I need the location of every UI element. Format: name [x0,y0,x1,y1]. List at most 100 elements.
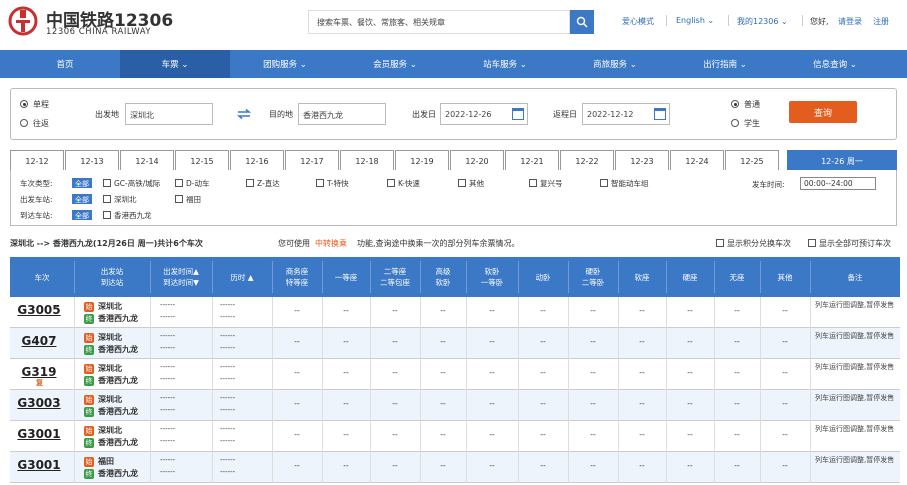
nav-business[interactable]: 商旅服务 ⌄ [560,50,670,78]
checkbox[interactable] [716,239,724,247]
nav-station[interactable]: 站车服务 ⌄ [450,50,560,78]
checkbox[interactable] [246,179,254,187]
query-button[interactable]: 查询 [789,101,857,123]
seat-availability: -- [782,430,788,439]
cell-divider [810,359,811,390]
cell-divider [714,359,715,390]
train-number-link[interactable]: G3005 [14,303,64,317]
date-tab[interactable]: 12-23 [615,150,669,171]
remark-text: 列车运行图调整,暂停发售 [815,301,895,309]
login-link[interactable]: 请登录 [838,16,862,27]
depart-time-select[interactable]: 00:00--24:00 [800,177,876,190]
from-station[interactable]: 深圳北 [98,394,122,405]
my12306-link[interactable]: 我的12306 ⌄ [737,16,788,27]
seat-availability: -- [540,461,546,470]
train-number-link[interactable]: G3001 [14,458,64,472]
col-second: 二等座 二等包座 [380,267,410,287]
checkbox[interactable] [103,195,111,203]
cell-divider [714,452,715,483]
from-station[interactable]: 深圳北 [98,332,122,343]
col-soft-seat: 软座 [634,272,650,282]
to-station[interactable]: 香港西九龙 [98,437,138,448]
from-station[interactable]: 深圳北 [98,301,122,312]
to-station[interactable]: 香港西九龙 [98,344,138,355]
cell-divider [150,390,151,421]
china-railway-logo-icon[interactable] [8,6,38,36]
train-number-link[interactable]: G3003 [14,396,64,410]
date-tab[interactable]: 12-12 [10,150,64,171]
from-input[interactable]: 深圳北 [125,103,213,125]
col-duration[interactable]: 历时 ▲ [212,257,272,297]
return-date-label: 返程日 [553,110,577,119]
nav-member[interactable]: 会员服务 ⌄ [340,50,450,78]
cell-divider [810,452,811,483]
oneway-radio[interactable] [20,100,28,108]
checkbox[interactable] [316,179,324,187]
checkbox[interactable] [103,211,111,219]
seat-availability: -- [489,368,495,377]
col-times[interactable]: 出发时间▲ 到达时间▼ [150,257,212,297]
date-tab[interactable]: 12-21 [505,150,559,171]
roundtrip-radio[interactable] [20,119,28,127]
checkbox[interactable] [387,179,395,187]
date-tab[interactable]: 12-24 [670,150,724,171]
to-station[interactable]: 香港西九龙 [98,468,138,479]
to-station[interactable]: 香港西九龙 [98,375,138,386]
all-types-tag[interactable]: 全部 [72,178,92,188]
nav-tickets[interactable]: 车票 ⌄ [120,50,230,78]
transfer-link[interactable]: 中转换乘 [315,238,347,249]
cell-divider [466,452,467,483]
checkbox[interactable] [103,179,111,187]
date-tab[interactable]: 12-13 [65,150,119,171]
all-arrive-tag[interactable]: 全部 [72,210,92,220]
swap-icon[interactable] [237,109,251,119]
cell-divider [420,297,421,328]
nav-home[interactable]: 首页 [10,50,120,78]
duration: ------ [220,301,236,309]
train-number-link[interactable]: G319 [14,365,64,379]
date-tab[interactable]: 12-18 [340,150,394,171]
date-tab[interactable]: 12-17 [285,150,339,171]
seat-availability: -- [440,461,446,470]
nav-info[interactable]: 信息查询 ⌄ [780,50,890,78]
cell-divider [272,297,273,328]
date-tab[interactable]: 12-14 [120,150,174,171]
duration: ------ [220,363,236,371]
date-tab-selected[interactable]: 12-26 周一 [787,150,897,171]
checkbox[interactable] [458,179,466,187]
register-link[interactable]: 注册 [873,16,889,27]
care-mode-link[interactable]: 爱心模式 [622,16,654,27]
date-tab[interactable]: 12-16 [230,150,284,171]
to-input[interactable]: 香港西九龙 [298,103,386,125]
checkbox[interactable] [175,179,183,187]
search-input[interactable]: 搜索车票、餐饮、常旅客、相关规章 [308,10,570,34]
nav-group[interactable]: 团购服务 ⌄ [230,50,340,78]
date-tab[interactable]: 12-19 [395,150,449,171]
train-number-link[interactable]: G3001 [14,427,64,441]
search-button[interactable] [570,10,594,34]
nav-guide[interactable]: 出行指南 ⌄ [670,50,780,78]
checkbox[interactable] [175,195,183,203]
to-station[interactable]: 香港西九龙 [98,313,138,324]
from-station[interactable]: 深圳北 [98,363,122,374]
seat-availability: -- [294,399,300,408]
date-tab[interactable]: 12-15 [175,150,229,171]
adult-radio[interactable] [731,100,739,108]
calendar-icon[interactable] [654,108,666,120]
english-link[interactable]: English ⌄ [676,16,714,25]
date-tab[interactable]: 12-25 [725,150,779,171]
to-station[interactable]: 香港西九龙 [98,406,138,417]
all-depart-tag[interactable]: 全部 [72,194,92,204]
train-number-link[interactable]: G407 [14,334,64,348]
checkbox[interactable] [529,179,537,187]
end-station-icon: 终 [84,438,94,448]
date-tab[interactable]: 12-22 [560,150,614,171]
checkbox[interactable] [600,179,608,187]
seat-availability: -- [294,337,300,346]
checkbox[interactable] [808,239,816,247]
student-radio[interactable] [731,119,739,127]
from-station[interactable]: 深圳北 [98,425,122,436]
date-tab[interactable]: 12-20 [450,150,504,171]
from-station[interactable]: 福田 [98,456,114,467]
calendar-icon[interactable] [512,108,524,120]
